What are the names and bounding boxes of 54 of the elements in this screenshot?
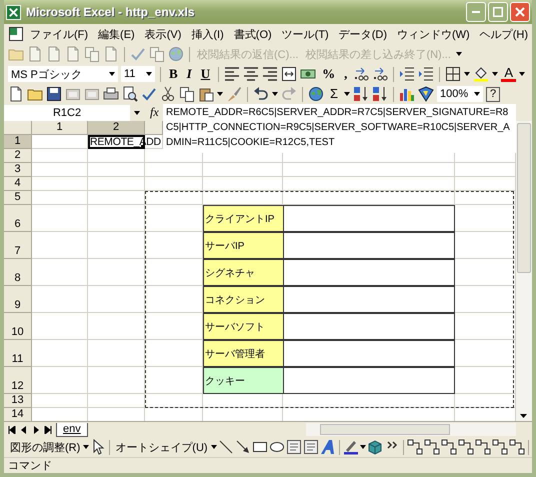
table-cell: クライアントIP (203, 205, 283, 232)
table-cell: シグネチャ (203, 259, 283, 286)
name-box[interactable]: R1C2 (4, 104, 130, 120)
row-header[interactable]: 12 (4, 367, 32, 394)
autoshapes-button[interactable]: オートシェイプ(U) (113, 440, 210, 454)
style-button[interactable]: B (166, 66, 181, 82)
menu-item[interactable]: データ(D) (334, 26, 391, 42)
formula-field[interactable]: REMOTE_ADDR=R6C5|SERVER_ADDR=R7C5|SERVER_SIGNATURE=R8C5|HTTP_CONNECTION=R9C5|SERVER_SOFTWARE=R10C5|SERVER_ADMIN=R11C5|COOKIE=R12C5,TEST (163, 104, 516, 153)
font-name: MS Pゴシック (11, 68, 82, 82)
row-header[interactable]: 9 (4, 286, 32, 313)
menu-item[interactable]: 表示(V) (140, 26, 186, 42)
zoom-dropdown[interactable]: 100% (437, 86, 484, 102)
row-header[interactable]: 1 (4, 135, 32, 149)
style-button[interactable]: I (184, 66, 195, 82)
font-dropdown[interactable]: MS Pゴシック (8, 66, 118, 82)
percent-button[interactable]: % (319, 66, 338, 82)
row-header[interactable]: 6 (4, 205, 32, 232)
function-button[interactable]: fx (150, 105, 159, 120)
table-cell: クッキー (203, 367, 283, 394)
help-button[interactable]: ? (486, 86, 500, 102)
row-header[interactable]: 10 (4, 313, 32, 340)
row-header[interactable]: 2 (4, 149, 32, 163)
table-cell: サーバIP (203, 232, 283, 259)
comma-button[interactable]: , (341, 66, 350, 82)
menu-item[interactable]: 編集(E) (94, 26, 139, 42)
table-cell: サーバ管理者 (203, 340, 283, 367)
row-header[interactable]: 7 (4, 232, 32, 259)
table-cell: コネクション (203, 286, 283, 313)
table-cell: サーバソフト (203, 313, 283, 340)
sheet-tab[interactable]: env (56, 422, 88, 436)
menu-item[interactable]: 挿入(I) (187, 26, 228, 42)
row-header[interactable]: 13 (4, 394, 32, 408)
font-size: 11 (124, 68, 136, 80)
row-header[interactable]: 8 (4, 259, 32, 286)
menu-item[interactable]: ウィンドウ(W) (393, 26, 474, 42)
draw-menu-button[interactable]: 図形の調整(R) (8, 440, 82, 454)
menu-item[interactable]: 書式(O) (230, 26, 276, 42)
status-text: コマンド (8, 459, 52, 473)
font-color-button[interactable]: A (501, 66, 516, 82)
menu-item[interactable]: ヘルプ(H) (476, 26, 532, 42)
column-header[interactable]: 2 (88, 121, 145, 135)
row-header[interactable]: 4 (4, 177, 32, 191)
style-button[interactable]: U (198, 66, 214, 82)
row-header[interactable]: 5 (4, 191, 32, 205)
menu-item[interactable]: ファイル(F) (26, 26, 92, 42)
zoom-value: 100% (440, 88, 468, 100)
font-size-dropdown[interactable]: 11 (121, 66, 155, 82)
menu-item[interactable]: ツール(T) (278, 26, 333, 42)
column-header[interactable]: 1 (32, 121, 88, 135)
row-header[interactable]: 14 (4, 408, 32, 421)
row-header[interactable]: 3 (4, 163, 32, 177)
row-header[interactable]: 11 (4, 340, 32, 367)
autosum-button[interactable]: Σ (327, 86, 342, 102)
window-title: Microsoft Excel - http_env.xls (26, 5, 194, 19)
